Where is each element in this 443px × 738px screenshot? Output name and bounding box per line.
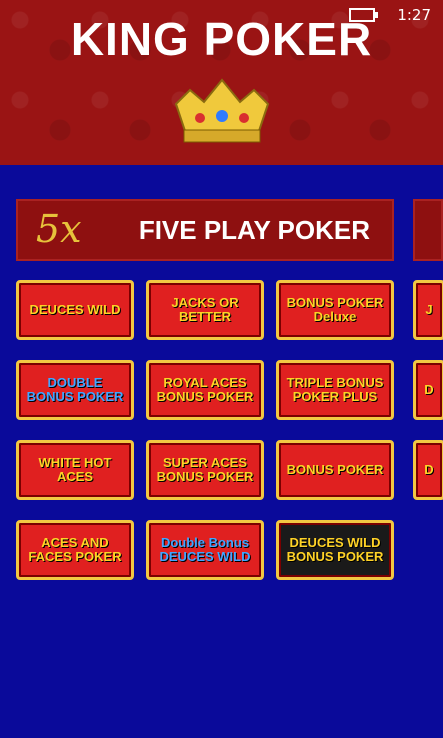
game-tile-white-hot-aces[interactable]: WHITE HOT ACES	[16, 440, 134, 500]
crown-icon	[174, 78, 270, 143]
game-tile-peek-2[interactable]: D	[413, 360, 443, 420]
game-tile-double-bonus-poker[interactable]: DOUBLE BONUS POKER	[16, 360, 134, 420]
game-tile-peek-1[interactable]: J	[413, 280, 443, 340]
game-title: DOUBLE BONUS POKER	[26, 375, 124, 404]
game-title: Double Bonus DEUCES WILD	[159, 535, 251, 564]
game-tile-royal-aces-bonus-poker[interactable]: ROYAL ACES BONUS POKER	[146, 360, 264, 420]
game-title: D	[424, 462, 434, 477]
game-tile-bonus-poker[interactable]: BONUS POKER	[276, 440, 394, 500]
game-title: J	[425, 302, 433, 317]
game-title: WHITE HOT ACES	[38, 455, 112, 484]
five-play-banner[interactable]: 5x FIVE PLAY POKER	[16, 199, 394, 261]
game-tile-jacks-or-better[interactable]: JACKS OR BETTER	[146, 280, 264, 340]
game-title: JACKS OR BETTER	[171, 295, 239, 324]
game-title: TRIPLE BONUS POKER PLUS	[286, 375, 384, 404]
game-tile-triple-bonus-poker-plus[interactable]: TRIPLE BONUS POKER PLUS	[276, 360, 394, 420]
game-title: SUPER ACES BONUS POKER	[156, 455, 254, 484]
game-tile-deuces-wild-bonus-poker[interactable]: DEUCES WILD BONUS POKER	[276, 520, 394, 580]
game-title: BONUS POKER Deluxe	[286, 295, 384, 324]
banner-multiplier: 5x	[36, 207, 82, 251]
game-title: ROYAL ACES BONUS POKER	[156, 375, 254, 404]
game-title: DEUCES WILD	[29, 302, 121, 317]
game-tile-super-aces-bonus-poker[interactable]: SUPER ACES BONUS POKER	[146, 440, 264, 500]
game-title: BONUS POKER	[286, 462, 384, 477]
game-title: D	[424, 382, 434, 397]
game-tile-peek-3[interactable]: D	[413, 440, 443, 500]
next-banner-peek[interactable]	[413, 199, 443, 261]
game-title: DEUCES WILD BONUS POKER	[286, 535, 384, 564]
game-title: ACES AND FACES POKER	[28, 535, 122, 564]
game-tile-deuces-wild[interactable]: DEUCES WILD	[16, 280, 134, 340]
banner-title: FIVE PLAY POKER	[138, 215, 370, 245]
game-tile-bonus-poker-deluxe[interactable]: BONUS POKER Deluxe	[276, 280, 394, 340]
app-title: KING POKER	[70, 13, 373, 65]
app-header: 1:27 KING POKER	[0, 0, 443, 165]
game-tile-double-bonus-deuces-wild[interactable]: Double Bonus DEUCES WILD	[146, 520, 264, 580]
game-tile-aces-and-faces-poker[interactable]: ACES AND FACES POKER	[16, 520, 134, 580]
